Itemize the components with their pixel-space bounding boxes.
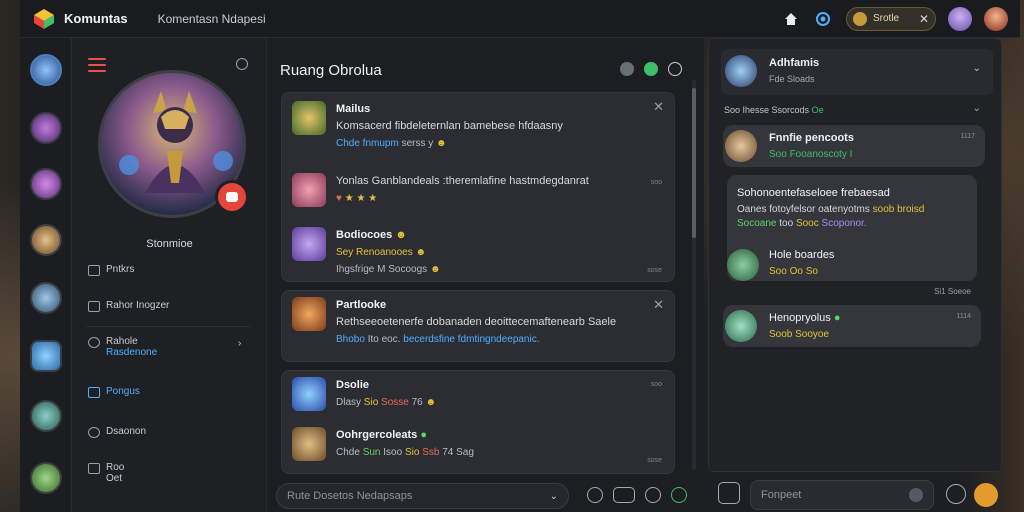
profile-pill-name: Srotle bbox=[873, 13, 900, 24]
server-rail bbox=[20, 38, 72, 512]
timestamp: Si1 Soeoe bbox=[934, 287, 971, 296]
dm-input[interactable] bbox=[761, 489, 909, 501]
rail-avatar[interactable] bbox=[30, 400, 62, 432]
app-logo-icon bbox=[32, 7, 56, 31]
edit-icon[interactable] bbox=[645, 487, 661, 503]
list-item[interactable]: Yonlas Ganblandeals :theremlafine hastmd… bbox=[292, 173, 662, 207]
emoji-icon: ☻ bbox=[436, 138, 447, 149]
sidebar-item-rahor[interactable]: Rahor Inogzer bbox=[88, 300, 169, 312]
chevron-right-icon[interactable]: › bbox=[238, 338, 241, 349]
profile-pill-avatar bbox=[853, 11, 867, 26]
timestamp: sose bbox=[647, 457, 662, 464]
rail-avatar[interactable] bbox=[30, 168, 62, 200]
profile-pill[interactable]: Srotle ✕ bbox=[846, 6, 936, 31]
close-icon[interactable]: ✕ bbox=[919, 12, 929, 26]
more-icon[interactable] bbox=[613, 487, 635, 503]
app-brand: Komuntas bbox=[64, 11, 128, 26]
composer-actions bbox=[587, 487, 687, 503]
grid-icon bbox=[88, 463, 100, 474]
list-item[interactable]: Oohrgercoleats ● Chde Sun Isoo Sio Ssb 7… bbox=[292, 427, 662, 461]
rail-avatar[interactable] bbox=[30, 54, 62, 86]
timestamp: soo bbox=[650, 381, 662, 388]
chat-composer: ⌄ bbox=[276, 483, 569, 509]
timestamp: sose bbox=[647, 267, 662, 274]
rail-avatar[interactable] bbox=[30, 112, 62, 144]
chevron-down-icon[interactable]: ⌄ bbox=[973, 63, 981, 74]
timer-icon[interactable] bbox=[587, 487, 603, 503]
avatar bbox=[727, 249, 759, 281]
send-icon[interactable] bbox=[671, 487, 687, 503]
list-item[interactable]: Mailus Komsacerd fibdeleternlan bamebese… bbox=[292, 101, 662, 152]
chat-title: Ruang Obrolua bbox=[280, 62, 382, 79]
rail-avatar[interactable] bbox=[30, 224, 62, 256]
message-card: ✕ Partlooke Rethseeoetenerfe dobanaden d… bbox=[281, 290, 675, 362]
rail-avatar[interactable] bbox=[30, 462, 62, 494]
attach-icon[interactable] bbox=[718, 482, 740, 504]
avatar bbox=[292, 101, 326, 135]
online-icon[interactable] bbox=[644, 62, 658, 76]
avatar bbox=[292, 227, 326, 261]
chevron-down-icon[interactable]: ⌄ bbox=[973, 103, 981, 114]
user-avatar[interactable] bbox=[984, 6, 1008, 31]
list-icon bbox=[88, 301, 100, 312]
avatar bbox=[292, 377, 326, 411]
list-item[interactable]: Dsolie Dlasy Sio Sosse 76 ☻ bbox=[292, 377, 662, 411]
timestamp: soo bbox=[650, 179, 662, 186]
player-name: Stonmioe bbox=[146, 238, 193, 250]
section-label: Soo Ihesse Ssorcods Oe bbox=[724, 105, 824, 115]
companion-avatar[interactable] bbox=[948, 6, 972, 31]
profile-sidebar: Stonmioe Pntkrs Rahor Inogzer Rahole Ras… bbox=[72, 38, 267, 512]
notification-icon[interactable] bbox=[814, 10, 832, 28]
menu-icon[interactable] bbox=[88, 58, 106, 72]
sidebar-divider bbox=[86, 326, 251, 327]
chat-panel: Ruang Obrolua ✕ Mailus Komsacerd fibdele… bbox=[267, 38, 704, 512]
message-card: ✕ Mailus Komsacerd fibdeleternlan bamebe… bbox=[281, 92, 675, 282]
live-badge-icon[interactable] bbox=[215, 180, 249, 214]
heart-icon: ♥ bbox=[336, 193, 342, 204]
chevron-down-icon[interactable]: ⌄ bbox=[550, 491, 558, 502]
frame-icon bbox=[88, 387, 100, 398]
sidebar-item-pntkrs[interactable]: Pntkrs bbox=[88, 264, 134, 276]
clock-icon bbox=[88, 337, 100, 348]
sidebar-item-dsaonon[interactable]: Dsaonon bbox=[88, 426, 146, 438]
history-icon bbox=[88, 427, 100, 438]
list-item[interactable]: Sohonoentefaseloee frebaesad Oanes fotoy… bbox=[727, 175, 977, 281]
emoji-icon[interactable] bbox=[974, 483, 998, 507]
search-icon[interactable] bbox=[668, 62, 682, 76]
list-item[interactable]: Henopryolus ● Soob Sooyoe 1114 bbox=[723, 305, 981, 347]
avatar bbox=[292, 173, 326, 207]
message-card: Dsolie Dlasy Sio Sosse 76 ☻ soo Oohrgerc… bbox=[281, 370, 675, 474]
dm-input-field bbox=[750, 480, 934, 510]
chat-header-icons bbox=[620, 62, 682, 76]
list-item[interactable]: Fnnfie pencoots Soo Fooanoscoty I 1117 bbox=[723, 125, 985, 167]
avatar bbox=[725, 310, 757, 342]
chat-scrollbar[interactable] bbox=[692, 80, 696, 470]
info-icon[interactable] bbox=[620, 62, 634, 76]
dm-composer bbox=[716, 480, 998, 510]
image-icon bbox=[88, 265, 100, 276]
avatar bbox=[292, 427, 326, 461]
rail-avatar[interactable] bbox=[30, 282, 62, 314]
settings-icon[interactable] bbox=[946, 484, 966, 504]
dm-header[interactable]: Adhfamis Fde Sloads ⌄ bbox=[721, 49, 993, 95]
mic-icon[interactable] bbox=[909, 488, 923, 502]
app-subtitle: Komentasn Ndapesi bbox=[157, 11, 266, 26]
rail-avatar[interactable] bbox=[30, 340, 62, 372]
avatar bbox=[725, 55, 757, 87]
avatar bbox=[292, 297, 326, 331]
status-icon[interactable] bbox=[236, 58, 248, 70]
sidebar-item-pongus[interactable]: Pongus bbox=[88, 386, 140, 398]
top-bar: Komuntas Komentasn Ndapesi Srotle ✕ bbox=[20, 0, 1020, 38]
home-icon[interactable] bbox=[782, 10, 800, 28]
list-item[interactable]: Partlooke Rethseeoetenerfe dobanaden deo… bbox=[292, 297, 662, 348]
sidebar-item-rahole[interactable]: Rahole Rasdenone bbox=[88, 336, 157, 358]
right-panel: Adhfamis Fde Sloads ⌄ Soo Ihesse Ssorcod… bbox=[708, 38, 1002, 472]
sidebar-item-roo[interactable]: Roo Oet bbox=[88, 462, 124, 484]
avatar bbox=[725, 130, 757, 162]
list-item[interactable]: Bodiocoes ☻ Sey Renoanooes ☻ Ihgsfrige M… bbox=[292, 227, 662, 278]
message-input[interactable] bbox=[287, 490, 550, 502]
